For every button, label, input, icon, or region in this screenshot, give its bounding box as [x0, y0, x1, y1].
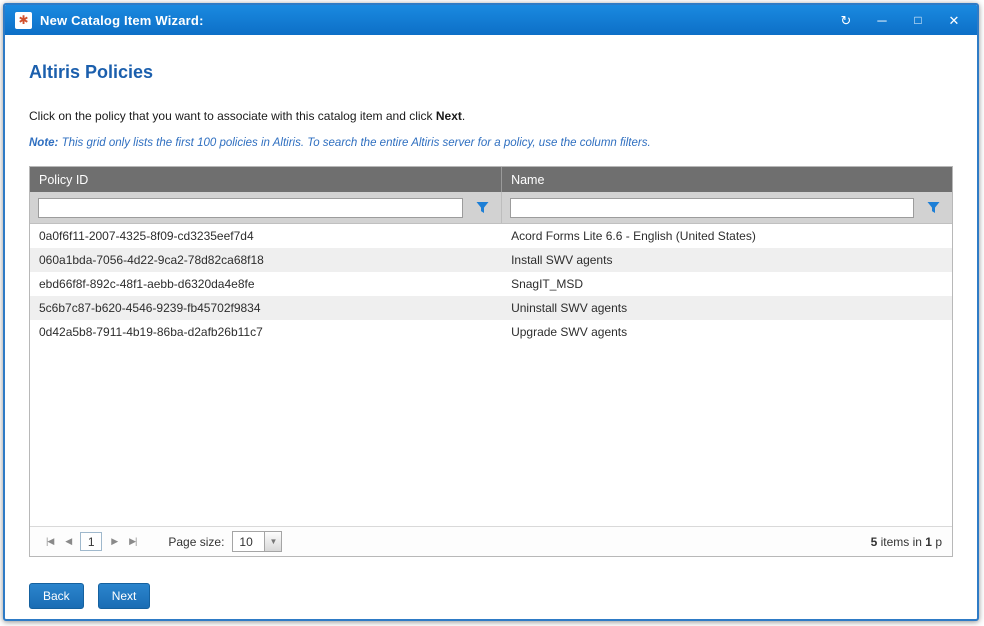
pages-count: 1 — [925, 535, 932, 549]
first-page-button[interactable]: |◀ — [40, 536, 59, 547]
current-page-box[interactable]: 1 — [80, 532, 102, 551]
page-size-label: Page size: — [168, 535, 224, 549]
cell-policy-id[interactable]: ebd66f8f-892c-48f1-aebb-d6320da4e8fe — [30, 272, 502, 296]
table-row[interactable]: 0d42a5b8-7911-4b19-86ba-d2afb26b11c7 Upg… — [30, 320, 952, 344]
wizard-content: Altiris Policies Click on the policy tha… — [5, 62, 977, 609]
cell-name[interactable]: Upgrade SWV agents — [502, 320, 952, 344]
column-header-policy-id[interactable]: Policy ID — [30, 167, 502, 192]
cell-name[interactable]: Acord Forms Lite 6.6 - English (United S… — [502, 224, 952, 248]
table-row[interactable]: ebd66f8f-892c-48f1-aebb-d6320da4e8fe Sna… — [30, 272, 952, 296]
policy-id-filter-input[interactable] — [38, 198, 463, 218]
name-filter-input[interactable] — [510, 198, 914, 218]
name-filter-icon[interactable] — [924, 199, 942, 217]
summary-tail: p — [932, 535, 942, 549]
name-filter-cell — [502, 192, 952, 223]
cell-name[interactable]: Install SWV agents — [502, 248, 952, 272]
last-page-button[interactable]: ▶| — [123, 536, 142, 547]
table-row[interactable]: 5c6b7c87-b620-4546-9239-fb45702f9834 Uni… — [30, 296, 952, 320]
back-button[interactable]: Back — [29, 583, 84, 609]
wizard-footer: Back Next — [29, 583, 953, 609]
refresh-icon[interactable]: ↻ — [839, 14, 853, 27]
policy-id-filter-cell — [30, 192, 502, 223]
grid-filter-row — [30, 192, 952, 224]
policy-id-filter-icon[interactable] — [473, 199, 491, 217]
note-body: This grid only lists the first 100 polic… — [58, 137, 650, 149]
grid-body: 0a0f6f11-2007-4325-8f09-cd3235eef7d4 Aco… — [30, 224, 952, 526]
column-header-name[interactable]: Name — [502, 167, 952, 192]
next-page-button[interactable]: ▶ — [105, 536, 123, 547]
title-bar: ✱ New Catalog Item Wizard: ↻ ─ □ ✕ — [5, 5, 977, 35]
note-label: Note: — [29, 137, 58, 149]
minimize-icon[interactable]: ─ — [875, 14, 889, 27]
table-row[interactable]: 060a1bda-7056-4d22-9ca2-78d82ca68f18 Ins… — [30, 248, 952, 272]
window-controls: ↻ ─ □ ✕ — [839, 14, 967, 27]
page-title: Altiris Policies — [29, 62, 953, 83]
app-icon: ✱ — [15, 12, 32, 29]
window-title: New Catalog Item Wizard: — [40, 13, 204, 28]
chevron-down-icon[interactable]: ▼ — [265, 531, 282, 552]
note-text: Note: This grid only lists the first 100… — [29, 137, 953, 149]
close-icon[interactable]: ✕ — [947, 14, 961, 27]
cell-policy-id[interactable]: 0a0f6f11-2007-4325-8f09-cd3235eef7d4 — [30, 224, 502, 248]
instruction-text: Click on the policy that you want to ass… — [29, 109, 953, 123]
next-button[interactable]: Next — [98, 583, 151, 609]
instruction-prefix: Click on the policy that you want to ass… — [29, 109, 436, 123]
pager-bar: |◀ ◀ 1 ▶ ▶| Page size: 10 ▼ 5 items in 1… — [30, 526, 952, 556]
previous-page-button[interactable]: ◀ — [59, 536, 77, 547]
cell-policy-id[interactable]: 5c6b7c87-b620-4546-9239-fb45702f9834 — [30, 296, 502, 320]
maximize-icon[interactable]: □ — [911, 14, 925, 26]
cell-policy-id[interactable]: 0d42a5b8-7911-4b19-86ba-d2afb26b11c7 — [30, 320, 502, 344]
instruction-suffix: . — [462, 109, 465, 123]
pager-summary: 5 items in 1 p — [871, 535, 942, 549]
grid-header-row: Policy ID Name — [30, 167, 952, 192]
cell-name[interactable]: SnagIT_MSD — [502, 272, 952, 296]
policies-grid: Policy ID Name — [29, 166, 953, 557]
page-size-value[interactable]: 10 — [232, 531, 265, 552]
instruction-next-word: Next — [436, 109, 462, 123]
wizard-window: ✱ New Catalog Item Wizard: ↻ ─ □ ✕ Altir… — [3, 3, 979, 621]
page-size-dropdown[interactable]: 10 ▼ — [232, 531, 282, 552]
summary-mid: items in — [877, 535, 925, 549]
cell-policy-id[interactable]: 060a1bda-7056-4d22-9ca2-78d82ca68f18 — [30, 248, 502, 272]
cell-name[interactable]: Uninstall SWV agents — [502, 296, 952, 320]
table-row[interactable]: 0a0f6f11-2007-4325-8f09-cd3235eef7d4 Aco… — [30, 224, 952, 248]
